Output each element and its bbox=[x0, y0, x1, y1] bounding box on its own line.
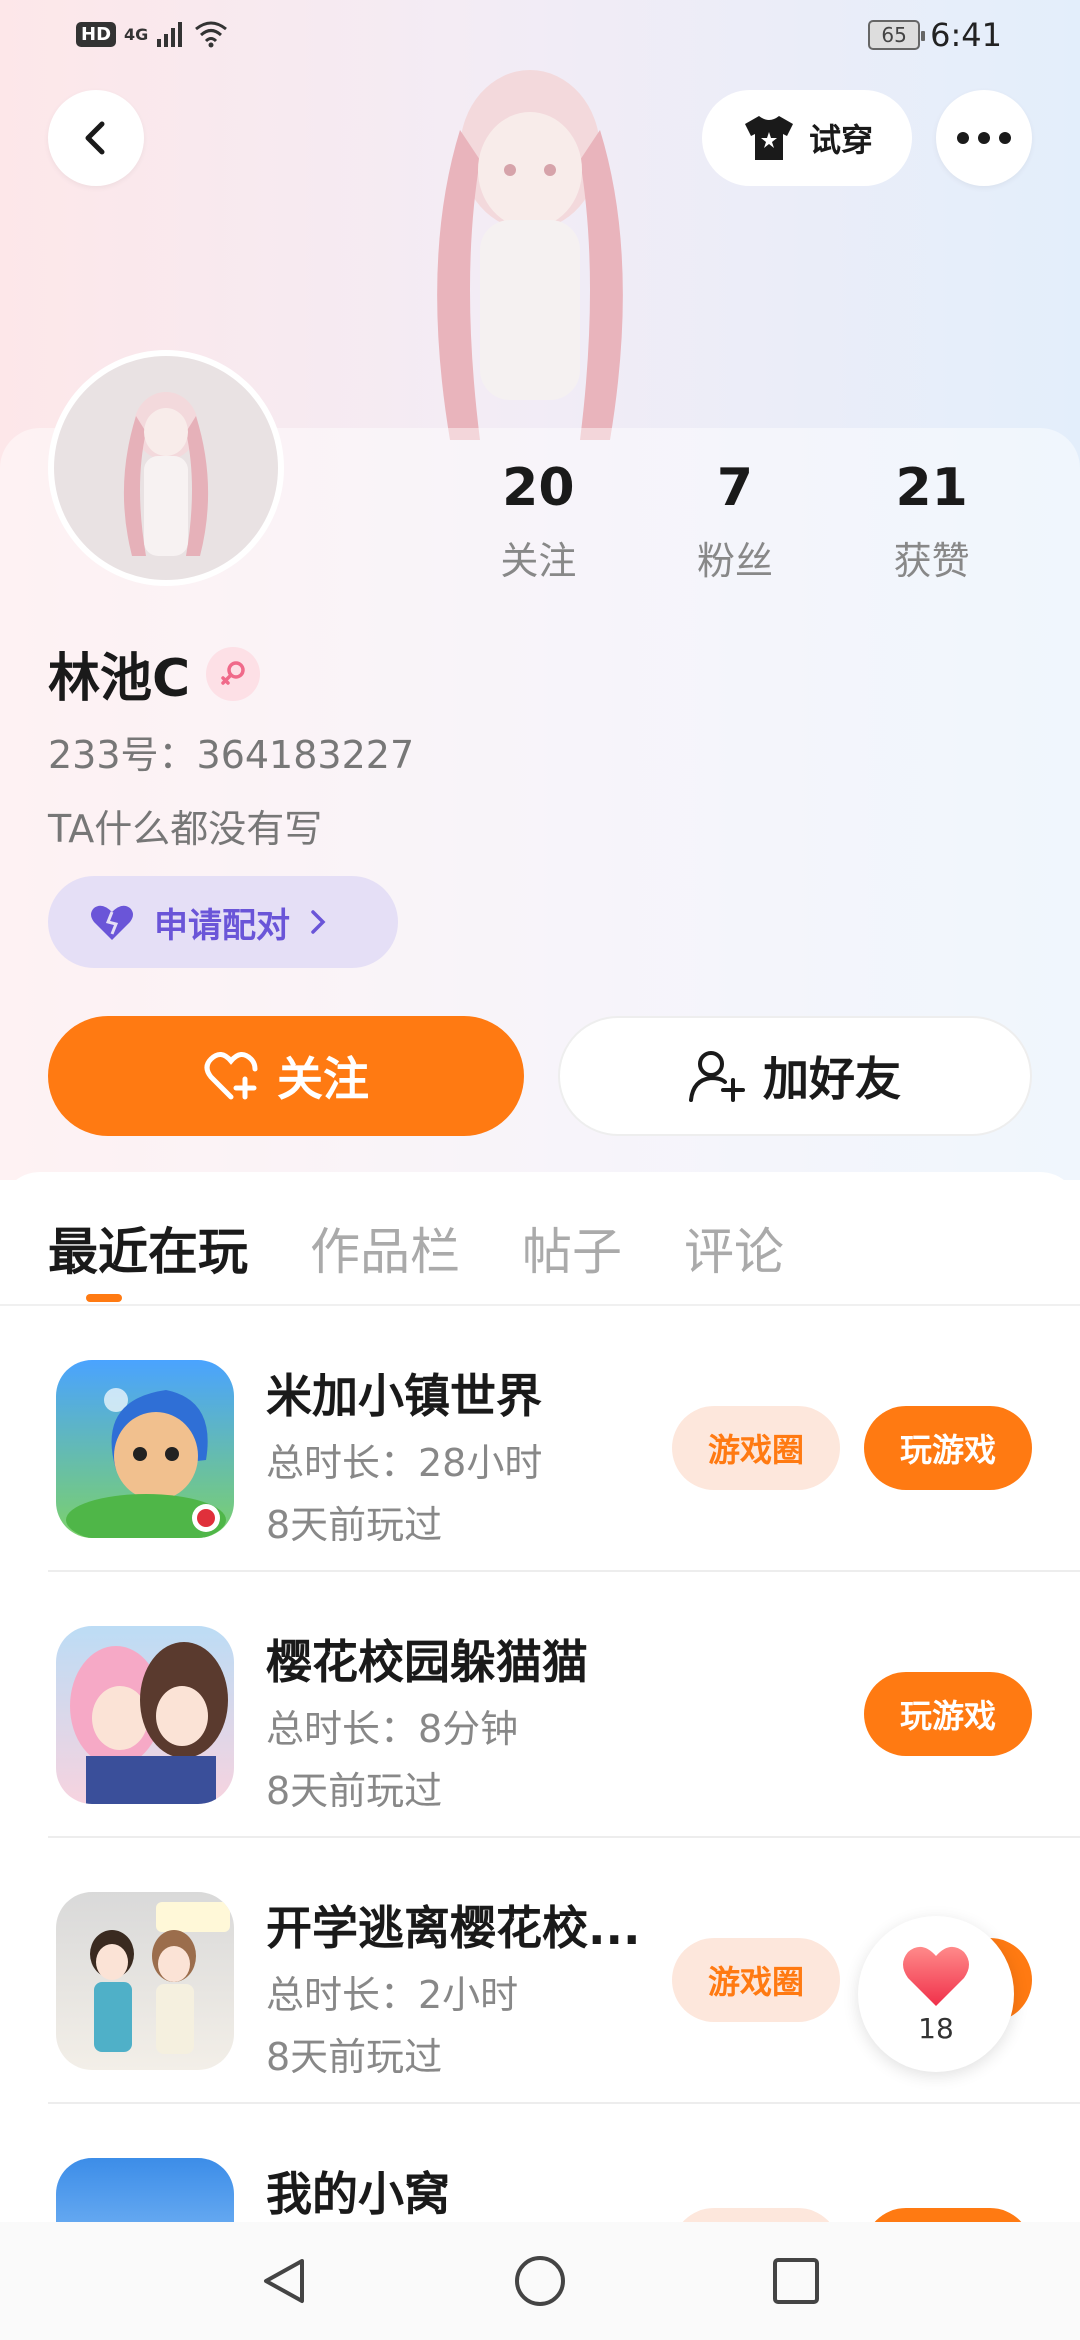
avatar[interactable] bbox=[48, 350, 284, 586]
like-count: 18 bbox=[918, 2011, 954, 2045]
game-duration: 总时长：28小时 bbox=[266, 1441, 543, 1485]
profile-stats: 20 关注 7 粉丝 21 获赞 bbox=[490, 456, 1030, 585]
female-icon bbox=[206, 646, 261, 701]
nav-back-icon[interactable] bbox=[256, 2253, 312, 2309]
stat-likes[interactable]: 21 获赞 bbox=[833, 456, 1030, 585]
stat-followers[interactable]: 7 粉丝 bbox=[637, 456, 834, 585]
stat-likes-count: 21 bbox=[895, 458, 968, 518]
game-title: 我的小窝 bbox=[266, 2167, 450, 2221]
name-row: 林池C bbox=[48, 636, 261, 711]
network-label: 4G bbox=[124, 24, 149, 44]
nav-home-icon[interactable] bbox=[512, 2253, 568, 2309]
profile-bio: TA什么都没有写 bbox=[48, 807, 323, 851]
game-last-played: 8天前玩过 bbox=[266, 1769, 443, 1813]
chevron-right-icon bbox=[311, 910, 326, 934]
profile-tabs: 最近在玩 作品栏 帖子 评论 bbox=[48, 1212, 784, 1284]
heart-pair-icon bbox=[91, 905, 133, 940]
tab-indicator bbox=[86, 1294, 122, 1302]
tab-posts[interactable]: 帖子 bbox=[522, 1212, 622, 1284]
tab-recently-played[interactable]: 最近在玩 bbox=[48, 1212, 248, 1284]
battery-icon: 65 bbox=[868, 20, 926, 50]
stat-followers-label: 粉丝 bbox=[697, 539, 774, 583]
apply-pair-button[interactable]: 申请配对 bbox=[48, 876, 398, 968]
try-on-button[interactable]: 试穿 bbox=[702, 90, 912, 186]
game-duration: 总时长：2小时 bbox=[266, 1973, 519, 2017]
like-floating-button[interactable]: 18 bbox=[858, 1916, 1014, 2072]
system-nav-bar bbox=[0, 2222, 1080, 2340]
clock: 6:41 bbox=[930, 16, 1002, 54]
hd-badge: HD bbox=[76, 21, 117, 47]
play-game-button[interactable]: 玩游戏 bbox=[864, 1406, 1032, 1490]
profile-uid: 233号：364183227 bbox=[48, 733, 415, 777]
stat-following[interactable]: 20 关注 bbox=[440, 456, 637, 585]
game-title: 开学逃离樱花校... bbox=[266, 1901, 641, 1955]
game-circle-button[interactable]: 游戏圈 bbox=[672, 1938, 840, 2022]
status-bar: HD 4G 65 6:41 bbox=[0, 0, 1080, 70]
wifi-icon bbox=[195, 21, 228, 48]
nav-recents-icon[interactable] bbox=[768, 2253, 824, 2309]
chevron-left-icon bbox=[85, 121, 105, 155]
follow-button[interactable]: 关注 bbox=[48, 1016, 524, 1136]
game-icon-sakura-hide-seek bbox=[56, 1626, 234, 1804]
signal-icon bbox=[157, 22, 183, 47]
game-item[interactable]: 樱花校园躲猫猫 总时长：8分钟 8天前玩过 玩游戏 bbox=[48, 1572, 1080, 1838]
tab-works[interactable]: 作品栏 bbox=[310, 1212, 460, 1284]
avatar-figure bbox=[123, 392, 209, 556]
add-friend-button[interactable]: 加好友 bbox=[558, 1016, 1032, 1136]
add-friend-label: 加好友 bbox=[763, 1052, 901, 1106]
stat-following-count: 20 bbox=[502, 458, 575, 518]
tab-comments[interactable]: 评论 bbox=[684, 1212, 784, 1284]
more-button[interactable] bbox=[936, 90, 1032, 186]
game-duration: 总时长：8分钟 bbox=[266, 1707, 519, 1751]
stat-likes-label: 获赞 bbox=[893, 539, 970, 583]
profile-name: 林池C bbox=[48, 649, 191, 709]
apply-pair-label: 申请配对 bbox=[154, 905, 290, 946]
avatar-image bbox=[54, 356, 278, 580]
game-icon-miga-town bbox=[56, 1360, 234, 1538]
game-last-played: 8天前玩过 bbox=[266, 2035, 443, 2079]
game-title: 米加小镇世界 bbox=[266, 1369, 542, 1423]
stat-followers-count: 7 bbox=[716, 458, 754, 518]
status-right: 65 6:41 bbox=[868, 16, 1002, 54]
play-game-button[interactable]: 玩游戏 bbox=[864, 1672, 1032, 1756]
avatar-character-illustration bbox=[437, 70, 623, 440]
tshirt-icon bbox=[744, 116, 793, 160]
status-left: HD 4G bbox=[76, 20, 228, 48]
game-circle-button[interactable]: 游戏圈 bbox=[672, 1406, 840, 1490]
heart-add-icon bbox=[204, 1052, 258, 1100]
add-friend-icon bbox=[689, 1051, 745, 1102]
game-icon-school-escape bbox=[56, 1892, 234, 2070]
back-button[interactable] bbox=[48, 90, 144, 186]
game-title: 樱花校园躲猫猫 bbox=[266, 1635, 588, 1689]
heart-icon bbox=[903, 1946, 969, 2006]
follow-label: 关注 bbox=[277, 1052, 369, 1106]
game-item[interactable]: 米加小镇世界 总时长：28小时 8天前玩过 游戏圈 玩游戏 bbox=[48, 1306, 1080, 1572]
game-last-played: 8天前玩过 bbox=[266, 1503, 443, 1547]
more-horizontal-icon bbox=[957, 132, 1011, 144]
stat-following-label: 关注 bbox=[500, 539, 577, 583]
try-on-label: 试穿 bbox=[808, 121, 873, 159]
